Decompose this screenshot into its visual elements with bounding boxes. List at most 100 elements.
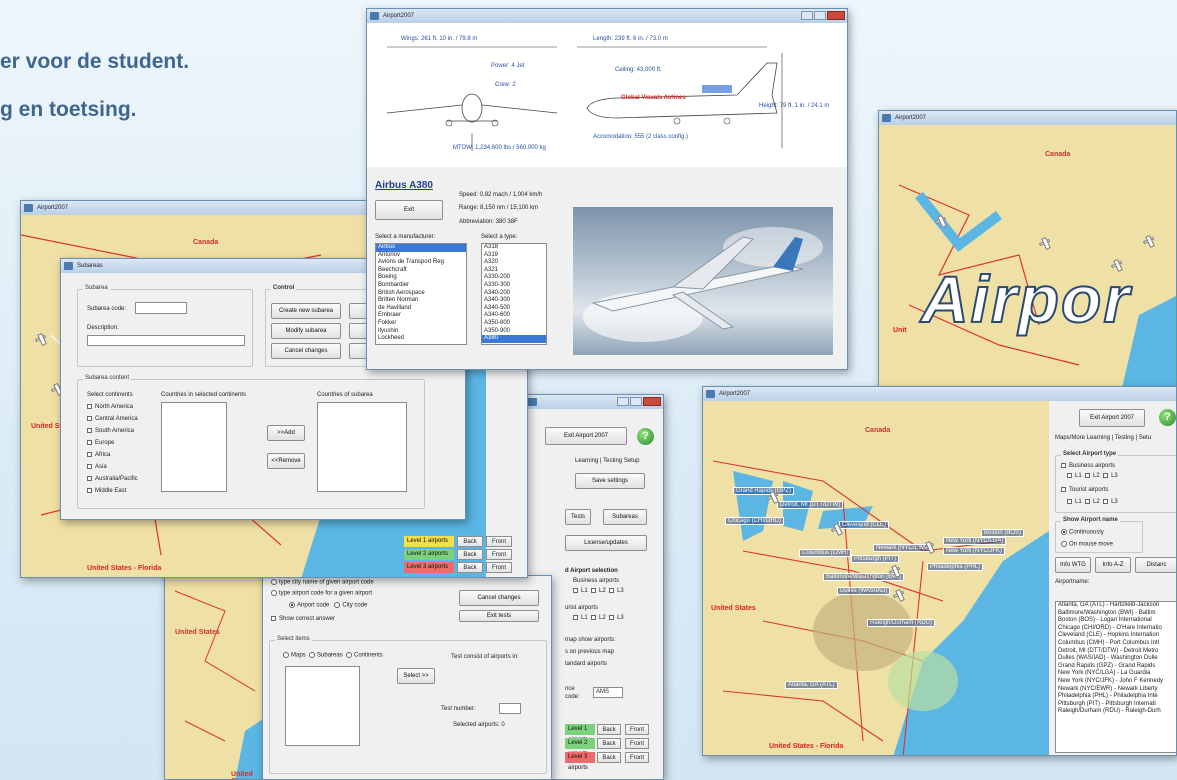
list-item[interactable]: Raleigh/Durham (RDU) - Raleigh-Durh	[1056, 708, 1176, 716]
reference-code-input[interactable]: AMS	[593, 687, 623, 698]
code-type-radios[interactable]: Airport code City code	[289, 602, 367, 609]
level-2-front-button[interactable]: Front	[486, 549, 512, 560]
checkbox[interactable]	[87, 428, 92, 433]
option-airport-code[interactable]: type airport code for a given airport	[271, 590, 372, 597]
checkbox[interactable]	[591, 588, 597, 593]
radio[interactable]	[283, 652, 289, 658]
list-item[interactable]: Ilyushin	[376, 328, 466, 336]
list-item[interactable]: A380	[482, 335, 546, 343]
list-item[interactable]: de Havilland	[376, 305, 466, 313]
list-item[interactable]: A350-900	[482, 328, 546, 336]
checkbox[interactable]	[87, 416, 92, 421]
city-label-detroit[interactable]: Detroit, MI (DTT/DTW)	[777, 501, 844, 509]
minimize-button[interactable]	[801, 11, 813, 20]
cancel-changes-button[interactable]: Cancel changes	[459, 590, 539, 606]
modify-subarea-button[interactable]: Modify subarea	[271, 323, 341, 339]
subarea-code-input[interactable]	[135, 302, 187, 314]
countries-subarea-list[interactable]	[317, 402, 407, 492]
city-label-boston[interactable]: Boston (BOS)	[981, 529, 1025, 537]
city-label-new-york-jfk[interactable]: New York (NYC/JFK)	[943, 547, 1006, 555]
level-2-back-button[interactable]: Back	[457, 549, 483, 560]
level-1-front-button[interactable]: Front	[486, 536, 512, 547]
checkbox[interactable]	[1103, 473, 1109, 478]
level-1-back-button[interactable]: Back	[457, 536, 483, 547]
checkbox[interactable]	[87, 404, 92, 409]
city-label-new-york-lga[interactable]: New York (NYC/LGA)	[943, 537, 1007, 545]
list-item[interactable]: A340-600	[482, 312, 546, 320]
checkbox[interactable]	[1085, 499, 1091, 504]
city-label-raleigh[interactable]: Raleigh/Durham (RDU)	[867, 619, 936, 627]
maximize-button[interactable]	[630, 397, 642, 406]
continuously-radio[interactable]: Continuously	[1061, 529, 1104, 536]
option-city-name[interactable]: type city name of given airport code	[271, 579, 374, 586]
level-checkboxes[interactable]: L1 L2 L3	[573, 615, 624, 621]
list-item[interactable]: British Aerospace	[376, 290, 466, 298]
license-button[interactable]: License/updates	[565, 535, 647, 551]
radio[interactable]	[1061, 529, 1067, 535]
continent-africa[interactable]: Africa	[87, 452, 110, 458]
level-1-front-button[interactable]: Front	[625, 724, 649, 735]
item-type-radios[interactable]: Maps Subareas Continents	[283, 652, 383, 659]
close-button[interactable]	[643, 397, 661, 406]
list-item[interactable]: Fokker	[376, 320, 466, 328]
list-item[interactable]: Columbus (CMH) - Port Columbus Intl	[1056, 640, 1176, 648]
list-item[interactable]: Embraer	[376, 312, 466, 320]
tab-bar[interactable]: Maps/More Learning | Testing | Setu	[1055, 435, 1151, 441]
cancel-changes-button[interactable]: Cancel changes	[271, 343, 341, 359]
add-button[interactable]: >>Add	[267, 425, 305, 441]
radio[interactable]	[334, 602, 341, 608]
minimize-button[interactable]	[617, 397, 629, 406]
select-button[interactable]: Select >>	[397, 668, 435, 684]
test-number-spinner[interactable]	[499, 703, 521, 714]
checkbox[interactable]	[87, 476, 92, 481]
manufacturer-list[interactable]: Airbus Antonov Avions de Transport Reg Beec…	[375, 243, 467, 345]
continent-north-america[interactable]: North America	[87, 404, 133, 410]
list-item[interactable]: Dulles (WAS/IAD) - Washington Dulle	[1056, 655, 1176, 663]
list-item[interactable]: New York (NYC/LGA) - La Guardia	[1056, 670, 1176, 678]
city-label-atlanta[interactable]: Atlanta, GA (ATL)	[785, 681, 838, 689]
continent-south-america[interactable]: South America	[87, 428, 134, 434]
on-mouse-move-radio[interactable]: On mouse move	[1061, 541, 1113, 548]
checkbox[interactable]	[573, 588, 578, 593]
list-item[interactable]: Grand Rapids (GPZ) - Grand Rapids	[1056, 663, 1176, 671]
checkbox[interactable]	[1067, 473, 1072, 478]
list-item[interactable]: A320	[482, 259, 546, 267]
city-label-dulles[interactable]: Dulles (WAS/IAD)	[837, 587, 891, 595]
continent-central-america[interactable]: Central America	[87, 416, 138, 422]
exit-airport-button[interactable]: Exit Airport 2007	[545, 427, 627, 445]
list-item[interactable]: Chicago (CHI/ORD) - O'Hare Internatio	[1056, 625, 1176, 633]
maximize-button[interactable]	[814, 11, 826, 20]
level-3-back-button[interactable]: Back	[457, 562, 483, 573]
list-item[interactable]: Beechcraft	[376, 267, 466, 275]
info-az-button[interactable]: Info A-Z	[1095, 557, 1131, 573]
distance-button[interactable]: Distanc	[1135, 557, 1176, 573]
checkbox[interactable]	[1103, 499, 1109, 504]
list-item[interactable]: Philadelphia (PHL) - Philadelphia Inte	[1056, 693, 1176, 701]
radio[interactable]	[271, 590, 277, 596]
level-3-back-button[interactable]: Back	[597, 752, 621, 763]
tourist-level-checkboxes[interactable]: L1 L2 L3	[1067, 499, 1118, 505]
list-item[interactable]: A340-300	[482, 297, 546, 305]
list-item[interactable]: New York (NYC/JFK) - John F Kennedy	[1056, 678, 1176, 686]
checkbox[interactable]	[271, 616, 276, 621]
list-item[interactable]: Britten Norman	[376, 297, 466, 305]
list-item[interactable]: Bombardier	[376, 282, 466, 290]
list-item[interactable]: A318	[482, 244, 546, 252]
city-label-cleveland[interactable]: Cleveland (CLE)	[839, 521, 890, 529]
list-item[interactable]: Cleveland (CLE) - Hopkins Internation	[1056, 632, 1176, 640]
close-button[interactable]	[827, 11, 845, 20]
checkbox[interactable]	[1085, 473, 1091, 478]
help-icon[interactable]: ?	[1159, 409, 1176, 426]
items-list[interactable]	[285, 666, 360, 746]
checkbox[interactable]	[1061, 463, 1066, 468]
checkbox[interactable]	[1061, 487, 1066, 492]
list-item[interactable]: A340-200	[482, 290, 546, 298]
exit-airport-button[interactable]: Exit Airport 2007	[1079, 409, 1145, 427]
list-item[interactable]: Avions de Transport Reg	[376, 259, 466, 267]
level-checkboxes[interactable]: L1 L2 L3	[573, 588, 624, 594]
list-item[interactable]: Airbus	[376, 244, 466, 252]
list-item[interactable]: Antonov	[376, 252, 466, 260]
continent-europe[interactable]: Europe	[87, 440, 114, 446]
continent-australia[interactable]: Australia/Pacific	[87, 476, 138, 482]
type-list[interactable]: A318 A319 A320 A321 A330-200 A330-300 A340-200…	[481, 243, 547, 345]
